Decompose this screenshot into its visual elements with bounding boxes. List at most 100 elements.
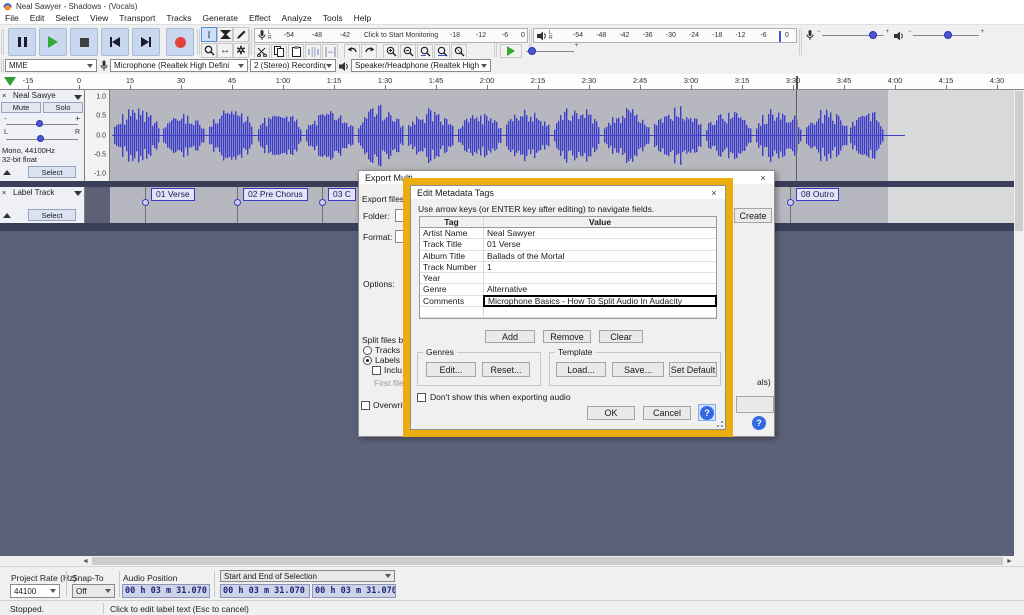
menu-select[interactable]: Select <box>55 13 79 23</box>
pan-thumb[interactable] <box>37 135 44 142</box>
track-name[interactable]: Neal Sawye <box>13 91 56 100</box>
value-cell[interactable]: Alternative <box>484 284 716 294</box>
menu-effect[interactable]: Effect <box>249 13 271 23</box>
envelope-tool-button[interactable] <box>217 27 233 42</box>
track-label[interactable]: 01 Verse <box>151 188 195 201</box>
close-track-button[interactable]: × <box>2 91 6 100</box>
vertical-scrollbar-thumb[interactable] <box>1015 91 1023 231</box>
toolbar-grip[interactable] <box>1 29 4 55</box>
playback-volume-thumb[interactable] <box>944 31 952 39</box>
toolbar-grip[interactable] <box>249 29 252 55</box>
value-cell[interactable]: Ballads of the Mortal <box>484 251 716 261</box>
tag-cell[interactable]: Genre <box>420 284 484 294</box>
stop-button[interactable] <box>70 28 98 56</box>
tag-cell[interactable]: Album Title <box>420 251 484 261</box>
playback-device-select[interactable]: Speaker/Headphone (Realtek High <box>351 59 491 72</box>
dont-show-checkbox[interactable]: Don't show this when exporting audio <box>417 392 571 402</box>
menu-generate[interactable]: Generate <box>203 13 238 23</box>
label-handle[interactable] <box>234 199 241 206</box>
save-template-button[interactable]: Save... <box>612 362 664 377</box>
trim-audio-button[interactable] <box>305 44 321 59</box>
value-cell[interactable]: Microphone Basics - How To Split Audio I… <box>484 296 716 306</box>
toolbar-grip[interactable] <box>1 59 4 72</box>
track-label[interactable]: 08 Outro <box>796 188 839 201</box>
tag-cell[interactable]: Artist Name <box>420 228 484 238</box>
split-by-labels-radio[interactable]: Labels <box>363 355 400 365</box>
value-cell[interactable]: Neal Sawyer <box>484 228 716 238</box>
menu-file[interactable]: File <box>5 13 19 23</box>
add-button[interactable]: Add <box>485 330 535 343</box>
fit-project-button[interactable] <box>434 44 450 59</box>
fit-selection-button[interactable] <box>417 44 433 59</box>
scroll-right-icon[interactable]: ► <box>1004 556 1015 566</box>
track-label[interactable]: 02 Pre Chorus <box>243 188 308 201</box>
menu-tools[interactable]: Tools <box>323 13 343 23</box>
play-button[interactable] <box>39 28 67 56</box>
metadata-help-button[interactable]: ? <box>698 404 716 421</box>
track-select-button[interactable]: Select <box>28 209 76 221</box>
close-track-button[interactable]: × <box>2 188 6 197</box>
tag-cell[interactable]: Year <box>420 273 484 283</box>
horizontal-scrollbar-thumb[interactable] <box>92 557 1003 565</box>
toolbar-grip[interactable] <box>494 43 497 57</box>
tag-cell[interactable]: Track Number <box>420 262 484 272</box>
create-button[interactable]: Create <box>734 208 772 223</box>
label-handle[interactable] <box>787 199 794 206</box>
track-select-button[interactable]: Select <box>28 166 76 178</box>
edit-genres-button[interactable]: Edit... <box>426 362 476 377</box>
toolbar-grip[interactable] <box>197 29 200 55</box>
collapse-track-icon[interactable] <box>3 213 11 218</box>
metadata-dialog-titlebar[interactable]: Edit Metadata Tags <box>411 186 725 199</box>
gain-thumb[interactable] <box>36 120 43 127</box>
zoom-in-button[interactable] <box>383 44 399 59</box>
collapse-track-icon[interactable] <box>3 170 11 175</box>
audio-position-field[interactable]: 00 h 03 m 31.070 s <box>122 584 210 598</box>
tag-cell[interactable]: Comments <box>420 296 484 306</box>
label-handle[interactable] <box>142 199 149 206</box>
recording-volume-slider[interactable]: −+ <box>817 28 889 43</box>
value-cell[interactable] <box>484 307 716 317</box>
solo-button[interactable]: Solo <box>43 102 83 113</box>
selection-mode-select[interactable]: Start and End of Selection <box>220 570 395 582</box>
vertical-scale-ruler[interactable]: 1.00.50.0-0.5-1.0 <box>85 90 110 181</box>
paste-button[interactable] <box>288 44 304 59</box>
menu-edit[interactable]: Edit <box>30 13 45 23</box>
ok-button[interactable]: OK <box>587 406 635 420</box>
menu-tracks[interactable]: Tracks <box>166 13 191 23</box>
draw-tool-button[interactable] <box>233 27 249 42</box>
toolbar-grip[interactable] <box>799 29 802 55</box>
recording-device-select[interactable]: Microphone (Realtek High Defini <box>110 59 248 72</box>
zoom-out-button[interactable] <box>400 44 416 59</box>
vertical-scrollbar[interactable] <box>1014 90 1024 556</box>
tag-cell[interactable]: Track Title <box>420 239 484 249</box>
track-name[interactable]: Label Track <box>13 188 54 197</box>
selection-start-field[interactable]: 00 h 03 m 31.070 s <box>220 584 310 598</box>
skip-to-end-button[interactable] <box>132 28 160 56</box>
cancel-button[interactable]: Cancel <box>643 406 691 420</box>
pause-button[interactable] <box>8 28 36 56</box>
clear-button[interactable]: Clear <box>599 330 643 343</box>
zoom-tool-button[interactable] <box>201 43 217 58</box>
split-by-tracks-radio[interactable]: Tracks <box>363 345 400 355</box>
scroll-left-icon[interactable]: ◄ <box>80 556 91 566</box>
pan-slider[interactable]: L R <box>4 130 80 142</box>
audio-track-waveform-area[interactable] <box>110 90 1014 181</box>
load-template-button[interactable]: Load... <box>556 362 606 377</box>
export-close-icon[interactable]: × <box>756 173 770 183</box>
selection-end-field[interactable]: 00 h 03 m 31.070 s <box>312 584 396 598</box>
play-speed-slider[interactable]: + <box>526 44 578 58</box>
audio-host-select[interactable]: MME <box>5 59 97 72</box>
track-label[interactable]: 03 C <box>328 188 356 201</box>
resize-grip[interactable] <box>717 421 723 427</box>
selection-tool-button[interactable]: I <box>201 27 217 42</box>
metadata-table[interactable]: TagValueArtist NameNeal SawyerTrack Titl… <box>419 216 717 319</box>
recording-meter[interactable]: LR -54 -48 -42 Click to Start Monitoring… <box>254 28 528 43</box>
timeline-pin-icon[interactable] <box>4 77 16 86</box>
timeline-ruler[interactable]: -1501530451:001:151:301:452:002:152:302:… <box>0 74 1024 90</box>
value-cell[interactable]: 1 <box>484 262 716 272</box>
play-speed-thumb[interactable] <box>528 47 536 55</box>
playback-volume-slider[interactable]: −+ <box>908 28 984 43</box>
reset-genres-button[interactable]: Reset... <box>482 362 530 377</box>
gain-slider[interactable]: - + <box>4 116 80 128</box>
export-help-button[interactable]: ? <box>750 414 768 431</box>
